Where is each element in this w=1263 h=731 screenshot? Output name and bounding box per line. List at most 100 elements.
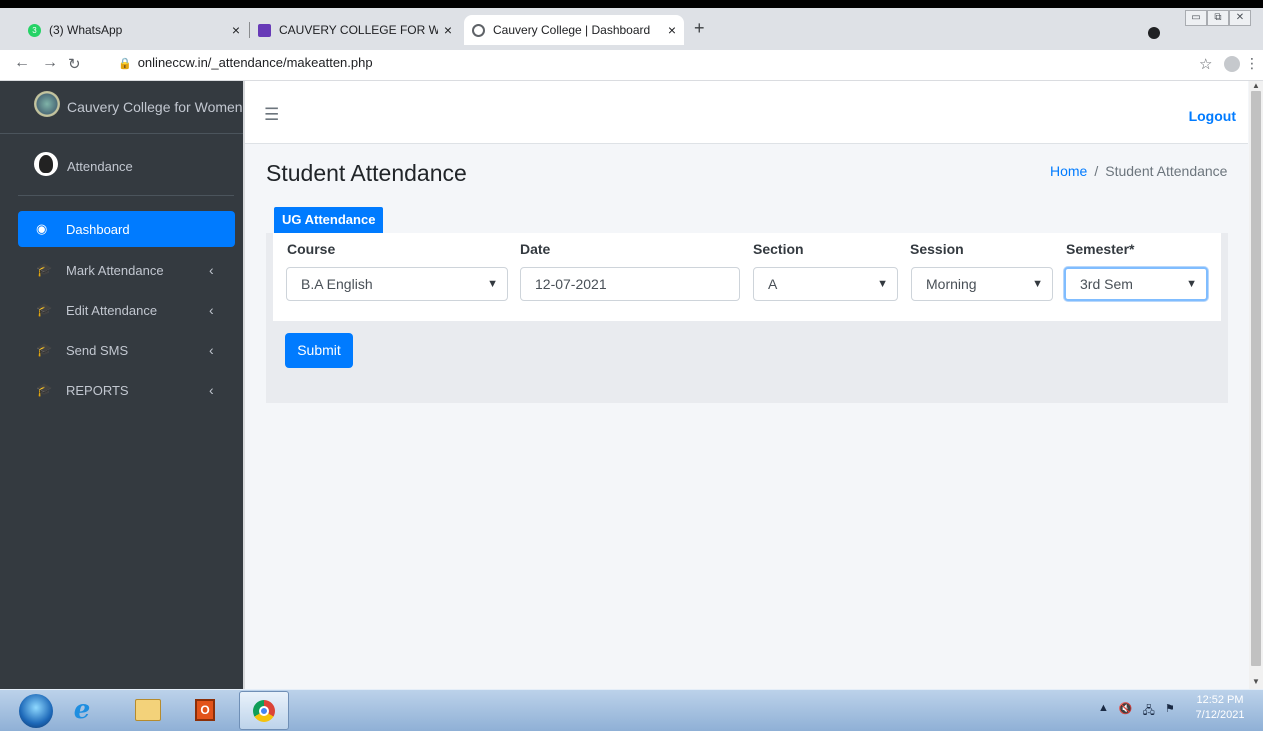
minimize-button[interactable]: ▭ [1185,10,1207,26]
date-input[interactable]: 12-07-2021 [520,267,740,301]
back-arrow-icon[interactable]: ← [14,54,30,72]
date-label: Date [520,241,551,257]
semester-label: Semester* [1066,241,1135,257]
sidebar-item-label: Mark Attendance [66,262,164,278]
sidebar-divider [18,195,234,196]
system-tray: ▲ 🔇 🖧 ⚑ [1098,702,1175,721]
brand-text: Cauvery College for Women [67,99,243,115]
network-icon[interactable]: 🖧 [1143,702,1155,721]
sidebar-item-send-sms[interactable]: 🎓 Send SMS ‹ [18,332,235,368]
tab-title: (3) WhatsApp [49,23,123,37]
browser-extension-icon[interactable] [1148,27,1160,39]
forward-arrow-icon[interactable]: → [42,54,58,72]
section-value: A [768,276,778,292]
scroll-down-icon[interactable]: ▼ [1252,677,1260,686]
course-value: B.A English [301,276,373,292]
sidebar-item-label: Send SMS [66,342,129,358]
sidebar-item-dashboard[interactable]: ◉ Dashboard [18,211,235,247]
tab-title: CAUVERY COLLEGE FOR WOMEN [279,23,438,37]
file-explorer-icon[interactable] [133,695,163,725]
user-panel: Attendance [0,134,243,196]
course-select[interactable]: B.A English ▼ [286,267,508,301]
session-value: Morning [926,276,977,292]
lock-icon: 🔒 [118,58,132,70]
chevron-left-icon: ‹ [209,302,214,318]
tab-title: Cauvery College | Dashboard [493,23,651,37]
session-select[interactable]: Morning ▼ [911,267,1053,301]
course-label: Course [287,241,336,257]
sidebar-item-label: Dashboard [66,221,130,237]
breadcrumb-separator: / [1094,163,1099,179]
chevron-down-icon: ▼ [877,278,888,290]
window-top-edge [0,0,1263,8]
sidebar: Cauvery College for Women Attendance ◉ D… [0,81,243,689]
tachometer-icon: ◉ [36,221,48,236]
tab-close-icon[interactable]: × [668,22,676,38]
sidebar-edge [243,81,245,689]
chevron-down-icon: ▼ [1032,278,1043,290]
semester-value: 3rd Sem [1080,276,1133,292]
scroll-up-icon[interactable]: ▲ [1252,81,1260,90]
graduation-cap-icon: 🎓 [36,262,53,277]
semester-select[interactable]: 3rd Sem ▼ [1064,267,1208,301]
tab-whatsapp[interactable]: 3 (3) WhatsApp × [20,15,248,45]
maximize-button[interactable]: ⧉ [1207,10,1229,26]
breadcrumb-current: Student Attendance [1105,163,1228,179]
breadcrumb: Home / Student Attendance [1050,163,1227,179]
brand-link[interactable]: Cauvery College for Women [0,81,243,134]
date-value: 12-07-2021 [535,276,607,292]
tab-close-icon[interactable]: × [232,22,240,38]
show-hidden-icons-icon[interactable]: ▲ [1098,702,1109,721]
sidebar-item-mark-attendance[interactable]: 🎓 Mark Attendance ‹ [18,252,235,288]
graduation-cap-icon: 🎓 [36,382,53,397]
browser-tab-strip: 3 (3) WhatsApp × CAUVERY COLLEGE FOR WOM… [0,0,1263,50]
sidebar-item-label: Edit Attendance [66,302,158,318]
clock-date: 7/12/2021 [1195,709,1245,721]
globe-icon [472,23,485,37]
whatsapp-icon: 3 [28,23,41,37]
close-window-button[interactable]: ✕ [1229,10,1251,26]
chevron-down-icon: ▼ [487,278,498,290]
sidebar-item-reports[interactable]: 🎓 REPORTS ‹ [18,372,235,408]
sidebar-item-label: REPORTS [66,382,129,398]
vertical-scrollbar[interactable]: ▲ ▼ [1249,81,1263,689]
internet-explorer-icon[interactable]: e [67,695,97,725]
tab-ug-attendance[interactable]: UG Attendance [274,207,384,233]
system-clock[interactable]: 12:52 PM 7/12/2021 [1190,693,1250,723]
action-center-flag-icon[interactable]: ⚑ [1165,702,1175,721]
logout-link[interactable]: Logout [1189,108,1236,124]
scrollbar-thumb[interactable] [1251,91,1261,666]
reload-icon[interactable]: ↻ [68,55,81,73]
tab-dashboard-active[interactable]: Cauvery College | Dashboard × [464,15,684,45]
user-name[interactable]: Attendance [67,159,133,174]
college-logo-icon [34,91,60,117]
window-controls: ▭ ⧉ ✕ [1185,10,1251,26]
volume-muted-icon[interactable]: 🔇 [1119,702,1133,721]
tab-cauvery-form[interactable]: CAUVERY COLLEGE FOR WOMEN × [250,15,460,45]
breadcrumb-home-link[interactable]: Home [1050,163,1087,179]
browser-menu-icon[interactable]: ⋮ [1245,55,1259,72]
url-input[interactable]: 🔒 onlineccw.in/_attendance/makeatten.php [118,55,373,70]
user-avatar-icon [34,152,58,176]
page-viewport: Cauvery College for Women Attendance ◉ D… [0,81,1263,689]
taskbar: e O ▲ 🔇 🖧 ⚑ 12:52 PM 7/12/2021 [0,689,1263,731]
tab-close-icon[interactable]: × [444,22,452,38]
graduation-cap-icon: 🎓 [36,302,53,317]
chevron-down-icon: ▼ [1186,278,1197,290]
bookmark-star-icon[interactable]: ☆ [1199,55,1212,73]
taskbar-chrome-button[interactable] [239,691,289,730]
session-label: Session [910,241,964,257]
form-icon [258,23,271,37]
hamburger-menu-icon[interactable]: ☰ [264,105,279,125]
office-app-icon[interactable]: O [190,695,220,725]
account-avatar-icon[interactable] [1224,56,1240,72]
new-tab-button[interactable]: + [694,18,705,39]
section-select[interactable]: A ▼ [753,267,898,301]
submit-button[interactable]: Submit [285,333,353,368]
sidebar-item-edit-attendance[interactable]: 🎓 Edit Attendance ‹ [18,292,235,328]
chevron-left-icon: ‹ [209,342,214,358]
url-text: onlineccw.in/_attendance/makeatten.php [137,55,373,70]
top-navbar: ☰ Logout [245,81,1248,144]
section-label: Section [753,241,804,257]
start-button[interactable] [19,694,53,728]
